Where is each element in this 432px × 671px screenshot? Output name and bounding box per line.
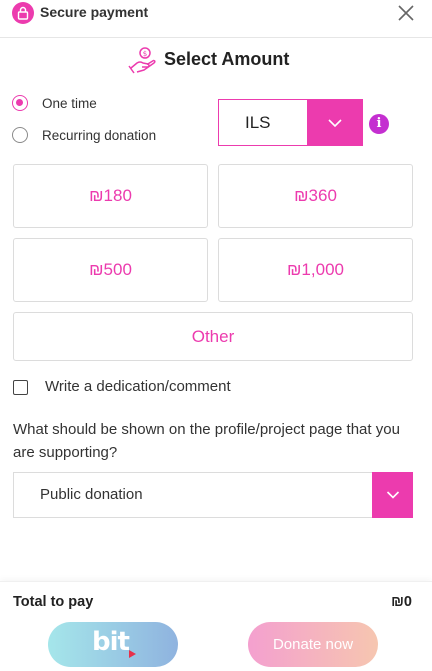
bit-logo: bit — [92, 627, 130, 657]
other-amount-button[interactable]: Other — [13, 312, 413, 361]
radio-button[interactable] — [12, 127, 28, 143]
close-icon[interactable] — [396, 3, 416, 23]
amount-button[interactable]: ₪1,000 — [218, 238, 413, 302]
hand-coin-icon: $ — [128, 46, 158, 76]
header-title: Secure payment — [40, 4, 149, 20]
amount-button[interactable]: ₪360 — [218, 164, 413, 228]
display-select-value: Public donation — [40, 486, 143, 503]
donate-now-button[interactable]: Donate now — [248, 622, 378, 667]
amount-button[interactable]: ₪180 — [13, 164, 208, 228]
bit-pay-button[interactable]: bit — [48, 622, 178, 667]
chevron-down-icon[interactable] — [372, 472, 413, 518]
radio-one-time[interactable]: One time — [12, 93, 97, 113]
footer: Total to pay ₪0 bit Donate now — [0, 581, 432, 671]
currency-value: ILS — [245, 113, 271, 132]
section-title: Select Amount — [164, 49, 290, 69]
total-label: Total to pay — [13, 594, 94, 610]
total-value: ₪0 — [391, 594, 412, 610]
info-icon[interactable]: i — [369, 114, 389, 134]
radio-recurring[interactable]: Recurring donation — [12, 125, 156, 145]
svg-text:$: $ — [143, 50, 147, 58]
header: Secure payment — [0, 0, 432, 38]
dedication-checkbox[interactable] — [13, 380, 28, 395]
display-select[interactable]: Public donation — [13, 472, 413, 518]
dedication-label: Write a dedication/comment — [45, 378, 231, 395]
chevron-down-icon[interactable] — [307, 100, 362, 145]
radio-label: Recurring donation — [42, 127, 157, 143]
amount-button[interactable]: ₪500 — [13, 238, 208, 302]
display-question: What should be shown on the profile/proj… — [13, 421, 400, 461]
bit-logo-triangle — [129, 650, 136, 658]
lock-icon — [12, 2, 34, 24]
radio-label: One time — [42, 95, 97, 111]
radio-button[interactable] — [12, 95, 28, 111]
currency-select[interactable]: ILS — [218, 99, 363, 146]
